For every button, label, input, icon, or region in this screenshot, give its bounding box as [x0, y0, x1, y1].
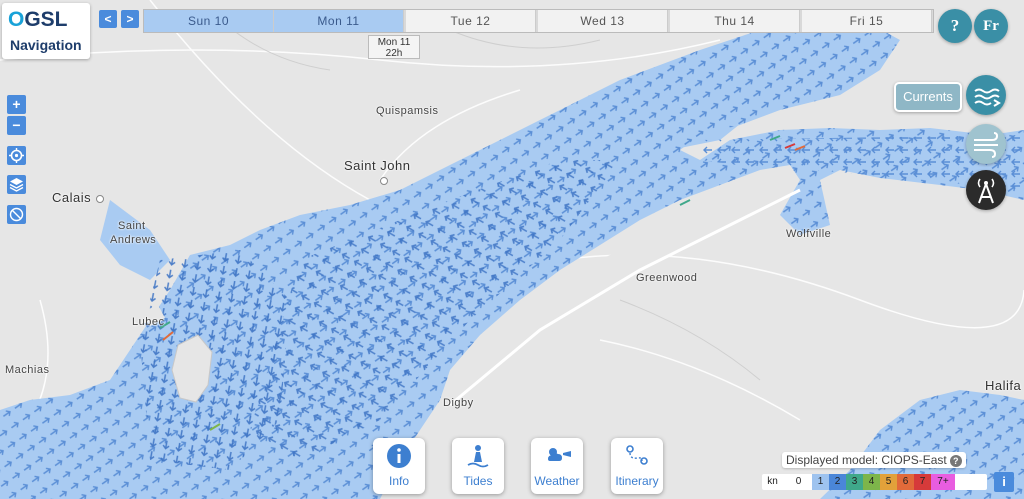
buoy-icon: [467, 445, 489, 468]
weather-button[interactable]: Weather: [531, 438, 583, 494]
wind-icon: [974, 132, 999, 158]
help-icon: ?: [950, 16, 960, 35]
zoom-out-button[interactable]: −: [7, 116, 26, 135]
legend-level: 0: [795, 476, 802, 487]
layers-button[interactable]: [7, 175, 26, 194]
legend-level: 1: [812, 474, 829, 490]
next-day-button[interactable]: >: [121, 10, 139, 28]
wind-layer-button[interactable]: [966, 124, 1006, 164]
timeline-day-wed[interactable]: Wed 13: [538, 10, 668, 32]
legend-unit: kn: [767, 476, 778, 487]
timeline-day-mon[interactable]: Mon 11: [274, 10, 404, 32]
legend-info-button[interactable]: i: [994, 472, 1014, 492]
itinerary-button[interactable]: Itinerary: [611, 438, 663, 494]
prev-day-button[interactable]: <: [99, 10, 117, 28]
place-wolfville: Wolfville: [786, 228, 832, 240]
satellite-icon: [9, 207, 24, 222]
waves-icon: [974, 88, 1001, 107]
place-lubec: Lubec: [132, 316, 165, 328]
logo-subtitle: Navigation: [10, 37, 82, 53]
currents-layer-button[interactable]: [966, 75, 1006, 115]
layers-icon: [9, 178, 24, 192]
info-icon: [387, 444, 411, 468]
legend-level: 5: [880, 474, 897, 490]
chevron-left-icon: <: [104, 12, 112, 26]
tides-label: Tides: [463, 474, 493, 488]
place-halifax: Halifa: [985, 378, 1022, 393]
current-map[interactable]: [0, 0, 1024, 499]
info-button[interactable]: Info: [373, 438, 425, 494]
logo-title: OGSL: [8, 8, 68, 31]
legend-level: 7: [914, 474, 931, 490]
itinerary-label: Itinerary: [615, 474, 659, 488]
weather-label: Weather: [534, 474, 580, 488]
locate-button[interactable]: [7, 146, 26, 165]
place-machias: Machias: [5, 364, 50, 376]
zoom-in-button[interactable]: +: [7, 95, 26, 114]
crosshair-icon: [9, 148, 24, 163]
place-quispamsis: Quispamsis: [376, 105, 439, 117]
legend-level: 4: [863, 474, 880, 490]
chevron-right-icon: >: [126, 12, 134, 26]
model-text: Displayed model: CIOPS-East: [786, 453, 947, 467]
place-digby: Digby: [443, 397, 474, 409]
place-saint-andrews-line2: Andrews: [110, 234, 157, 246]
timeline-day-fri[interactable]: Fri 15: [802, 10, 932, 32]
timeline-cursor[interactable]: Mon 11 22h: [368, 35, 420, 59]
city-marker: [96, 195, 104, 203]
timeline-day-thu[interactable]: Thu 14: [670, 10, 800, 32]
place-saint-andrews-line1: Saint: [118, 220, 146, 232]
legend-level: 6: [897, 474, 914, 490]
stations-layer-button[interactable]: [966, 170, 1006, 210]
timeline-day-tue[interactable]: Tue 12: [406, 10, 536, 32]
cursor-time: 22h: [385, 48, 403, 59]
measure-button[interactable]: [7, 205, 26, 224]
weather-icon: [548, 448, 571, 461]
antenna-icon: [977, 178, 995, 204]
place-calais: Calais: [52, 190, 92, 205]
route-icon: [626, 445, 648, 465]
place-saint-john: Saint John: [344, 158, 411, 173]
legend-level: 7+: [931, 474, 955, 490]
speed-legend: kn 0 1 2 3 4 5 6 7 7+: [762, 474, 987, 490]
place-greenwood: Greenwood: [636, 272, 698, 284]
currents-label[interactable]: Currents: [894, 82, 962, 112]
help-button[interactable]: ?: [938, 9, 972, 43]
timeline-day-sun[interactable]: Sun 10: [144, 10, 274, 32]
tides-button[interactable]: Tides: [452, 438, 504, 494]
model-indicator: Displayed model: CIOPS-East?: [782, 452, 966, 468]
cursor-day: Mon 11: [377, 37, 411, 48]
info-label: Info: [388, 474, 409, 488]
legend-level: 2: [829, 474, 846, 490]
model-help-icon[interactable]: ?: [949, 455, 962, 467]
legend-level: 3: [846, 474, 863, 490]
language-button[interactable]: Fr: [974, 9, 1008, 43]
app-logo[interactable]: OGSL Navigation: [2, 3, 90, 59]
timeline[interactable]: Sun 10 Mon 11 Tue 12 Wed 13 Thu 14 Fri 1…: [143, 9, 934, 33]
city-marker: [380, 177, 388, 185]
